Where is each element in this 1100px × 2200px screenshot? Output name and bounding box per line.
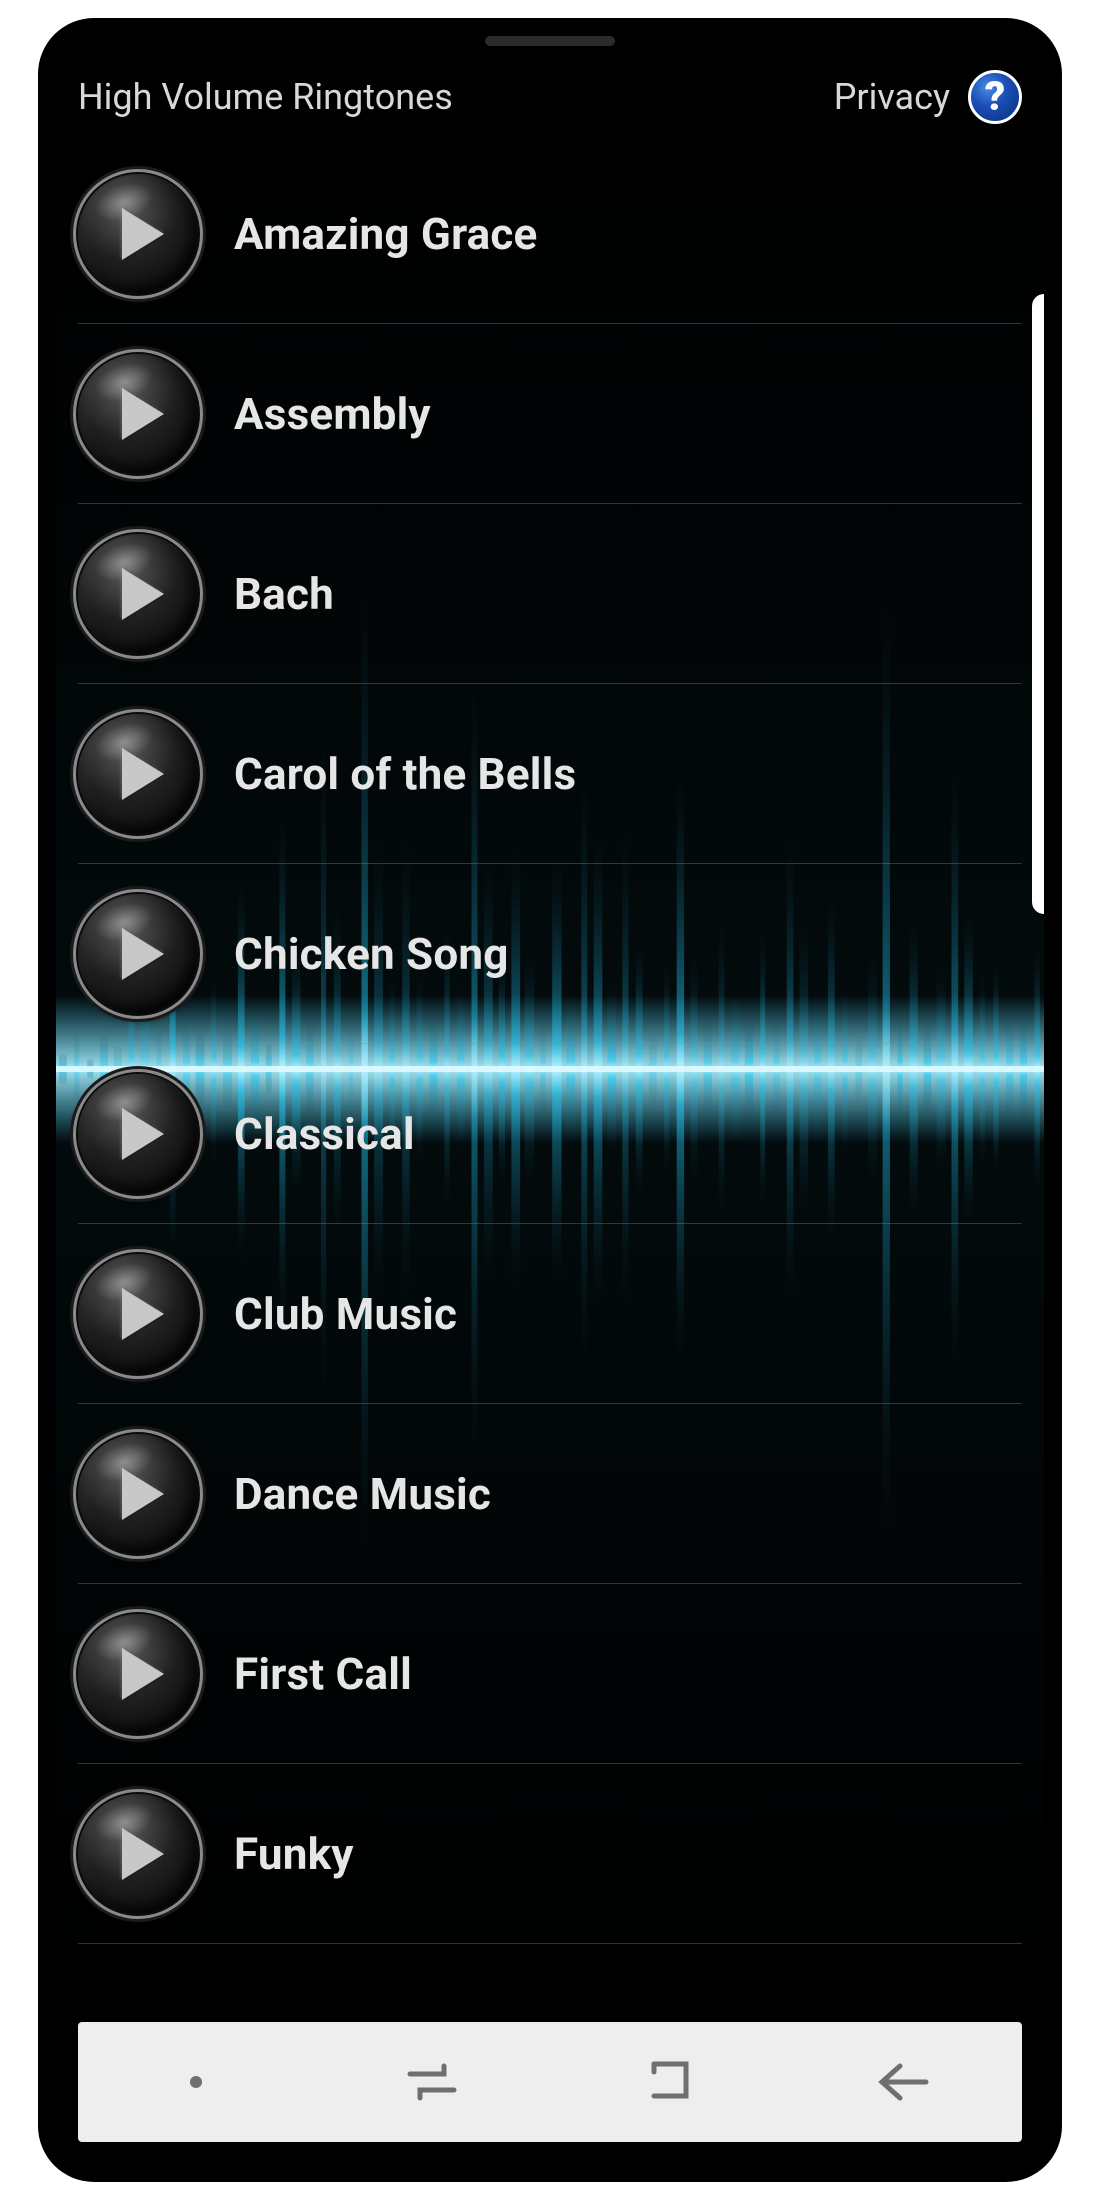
play-icon[interactable] <box>78 354 198 474</box>
list-item[interactable]: Carol of the Bells <box>78 684 1022 864</box>
list-item[interactable]: Classical <box>78 1044 1022 1224</box>
ringtone-label: Club Music <box>234 1288 457 1340</box>
nav-assistant-icon[interactable] <box>161 2047 231 2117</box>
list-item[interactable]: Bach <box>78 504 1022 684</box>
header-actions: Privacy ? <box>834 70 1022 124</box>
app-title: High Volume Ringtones <box>78 76 453 118</box>
list-item[interactable]: Club Music <box>78 1224 1022 1404</box>
scrollbar-thumb[interactable] <box>1032 294 1044 914</box>
ringtone-label: Funky <box>234 1828 354 1880</box>
nav-back-icon[interactable] <box>869 2047 939 2117</box>
phone-speaker <box>485 36 615 46</box>
app-screen: High Volume Ringtones Privacy ? <box>56 36 1044 2164</box>
system-navbar <box>78 2022 1022 2142</box>
ringtone-label: Assembly <box>234 388 431 440</box>
play-icon[interactable] <box>78 1254 198 1374</box>
play-icon[interactable] <box>78 174 198 294</box>
ringtone-label: Classical <box>234 1108 415 1160</box>
content-area: Amazing Grace Assembly Bach Carol of the Be… <box>56 144 1044 2164</box>
list-item[interactable]: First Call <box>78 1584 1022 1764</box>
list-item[interactable]: Chicken Song <box>78 864 1022 1044</box>
ringtone-label: Chicken Song <box>234 928 509 980</box>
ringtone-label: Amazing Grace <box>234 208 538 260</box>
play-icon[interactable] <box>78 534 198 654</box>
list-item[interactable]: Amazing Grace <box>78 144 1022 324</box>
list-item[interactable]: Funky <box>78 1764 1022 1944</box>
ringtone-label: Carol of the Bells <box>234 748 576 800</box>
play-icon[interactable] <box>78 1614 198 1734</box>
play-icon[interactable] <box>78 1074 198 1194</box>
nav-home-icon[interactable] <box>633 2047 703 2117</box>
ringtone-label: Bach <box>234 568 334 620</box>
ringtone-list[interactable]: Amazing Grace Assembly Bach Carol of the Be… <box>56 144 1044 1944</box>
play-icon[interactable] <box>78 894 198 1014</box>
ringtone-label: First Call <box>234 1648 412 1700</box>
help-icon[interactable]: ? <box>968 70 1022 124</box>
list-item[interactable]: Dance Music <box>78 1404 1022 1584</box>
play-icon[interactable] <box>78 714 198 834</box>
app-header: High Volume Ringtones Privacy ? <box>56 36 1044 144</box>
list-item[interactable]: Assembly <box>78 324 1022 504</box>
ringtone-label: Dance Music <box>234 1468 491 1520</box>
privacy-link[interactable]: Privacy <box>834 76 950 118</box>
play-icon[interactable] <box>78 1794 198 1914</box>
play-icon[interactable] <box>78 1434 198 1554</box>
phone-frame: High Volume Ringtones Privacy ? <box>40 20 1060 2180</box>
nav-recents-icon[interactable] <box>397 2047 467 2117</box>
